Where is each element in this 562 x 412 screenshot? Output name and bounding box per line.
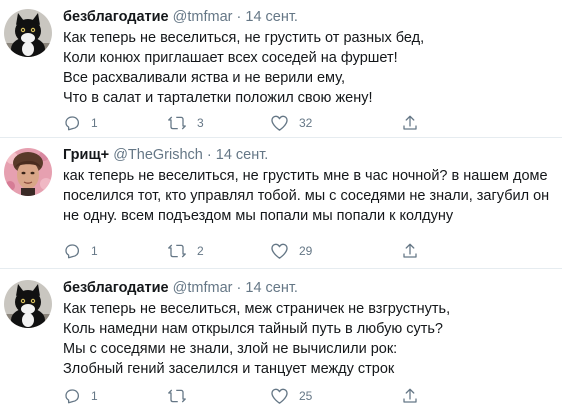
like-button[interactable]: 29 [270,241,312,261]
share-button[interactable] [401,386,419,406]
tweet-text-line: Злобный гений заселился и танцует между … [63,361,395,377]
reply-button[interactable]: 1 [63,241,98,261]
reply-count: 1 [91,116,98,130]
tweet-text-line: не одну. всем подъездом мы попали мы поп… [63,208,454,224]
tweet-date[interactable]: 14 сент. [245,9,298,25]
tweet-actions: 1 3 32 [63,113,503,133]
tweet-text-line: как теперь не веселиться, не грустить мн… [63,168,548,184]
reply-icon [65,116,80,131]
separator-dot: · [206,147,212,163]
tweet-header: безблагодатие @tmfmar · 14 сент. [63,278,554,298]
cat-avatar-image [4,9,52,57]
retweet-icon [168,244,186,258]
reply-count: 1 [91,244,98,258]
tweet-text-line: Как теперь не веселиться, не грустить от… [63,30,425,46]
retweet-icon [168,389,186,403]
tweet-actions: 1 2 29 [63,241,503,261]
user-handle[interactable]: @tmfmar [173,280,233,296]
tweet-text-line: Мы с соседями не знали, злой не вычислил… [63,341,398,357]
tweet-text-line: Что в салат и тарталетки положил свою же… [63,90,373,106]
user-handle[interactable]: @TheGrishch [113,147,203,163]
retweet-button[interactable]: 3 [167,113,204,133]
tweet[interactable]: безблагодатие @tmfmar · 14 сент. Как теп… [0,0,562,137]
display-name[interactable]: безблагодатие [63,9,169,25]
separator-dot: · [236,9,242,25]
share-icon [403,243,417,258]
retweet-button[interactable] [167,386,187,406]
share-button[interactable] [401,241,419,261]
tweet[interactable]: Грищ+ @TheGrishch · 14 сент. как теперь … [0,138,562,268]
tweet-text-line: Как теперь не веселиться, меж страничек … [63,301,451,317]
tweet-text-line: Все расхваливали яства и не верили ему, [63,70,345,86]
tweet-header: безблагодатие @tmfmar · 14 сент. [63,7,554,27]
reply-icon [65,389,80,404]
user-handle[interactable]: @tmfmar [173,9,233,25]
tweet-actions: 1 25 [63,386,503,406]
retweet-icon [168,116,186,130]
tweet-text: Как теперь не веселиться, не грустить от… [63,28,554,108]
like-button[interactable]: 25 [270,386,312,406]
avatar[interactable] [4,280,52,328]
avatar[interactable] [4,9,52,57]
like-count: 29 [299,244,313,258]
heart-icon [271,388,288,404]
tweet-date[interactable]: 14 сент. [216,147,269,163]
portrait-avatar-image [4,148,52,196]
tweet-thread: безблагодатие @tmfmar · 14 сент. Как теп… [0,0,562,412]
tweet-text-line: Коль намедни нам открылся тайный путь в … [63,321,443,337]
tweet-text: Как теперь не веселиться, меж страничек … [63,299,554,379]
reply-button[interactable]: 1 [63,386,98,406]
display-name[interactable]: безблагодатие [63,280,169,296]
retweet-button[interactable]: 2 [167,241,204,261]
retweet-count: 2 [197,244,204,258]
tweet-date[interactable]: 14 сент. [245,280,298,296]
tweet-text-line: поселился тот, кто управлял тобой. мы с … [63,188,550,204]
reply-count: 1 [91,389,98,403]
separator-dot: · [236,280,242,296]
like-count: 32 [299,116,313,130]
display-name[interactable]: Грищ+ [63,147,109,163]
reply-button[interactable]: 1 [63,113,98,133]
tweet[interactable]: безблагодатие @tmfmar · 14 сент. Как теп… [0,269,562,412]
share-icon [403,115,417,130]
tweet-text: как теперь не веселиться, не грустить мн… [63,166,554,226]
tweet-header: Грищ+ @TheGrishch · 14 сент. [63,145,554,165]
avatar[interactable] [4,148,52,196]
reply-icon [65,244,80,259]
heart-icon [271,115,288,131]
retweet-count: 3 [197,116,204,130]
heart-icon [271,243,288,259]
like-count: 25 [299,389,313,403]
share-button[interactable] [401,113,419,133]
like-button[interactable]: 32 [270,113,312,133]
tweet-text-line: Коли конюх приглашает всех соседей на фу… [63,50,398,66]
share-icon [403,388,417,403]
cat-avatar-image [4,280,52,328]
